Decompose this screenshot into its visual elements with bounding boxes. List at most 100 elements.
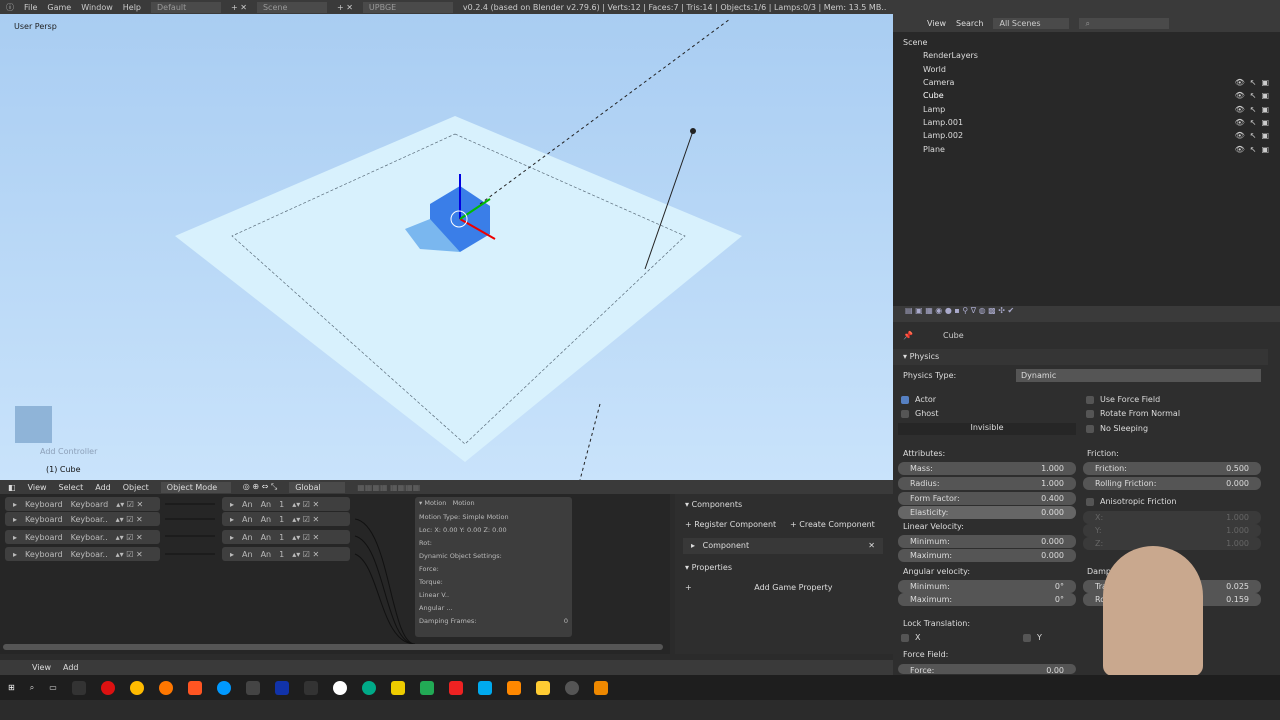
photoshop-icon[interactable] [477, 680, 492, 695]
app-icon[interactable] [274, 680, 289, 695]
lock-y-checkbox[interactable]: Y [1023, 632, 1042, 644]
arduino-icon[interactable] [361, 680, 376, 695]
mass-field[interactable]: Mass: 1.000 [898, 462, 1076, 475]
menu-add[interactable]: Add [95, 483, 111, 492]
form-factor-field[interactable]: Form Factor: 0.400 [898, 492, 1076, 505]
force-field[interactable]: Force: 0.00 [898, 664, 1076, 675]
outliner-item[interactable]: Lamp.002 👁↖▣ [893, 129, 1280, 142]
ghost-checkbox[interactable]: Ghost [901, 408, 938, 420]
lin-min-field[interactable]: Minimum: 0.000 [898, 535, 1076, 548]
visibility-icons[interactable]: 👁↖▣ [1235, 131, 1274, 140]
components-header[interactable]: ▾ Components [685, 500, 742, 509]
sensor-brick[interactable]: ▸ Keyboard Keyboar.. ▴▾ ☑ ✕ [5, 512, 160, 526]
app-icon[interactable] [303, 680, 318, 695]
acrobat-icon[interactable] [448, 680, 463, 695]
opera-icon[interactable] [100, 680, 115, 695]
ang-min-field[interactable]: Minimum: 0° [898, 580, 1076, 593]
orientation-select[interactable]: Global [289, 481, 346, 493]
mode-select[interactable]: Object Mode [160, 481, 231, 493]
properties-tabs[interactable]: ▤ ▣ ▦ ◉ ● ▪ ⚲ ∇ ◍ ▩ ✣ ✔ [893, 306, 1280, 322]
visibility-icons[interactable]: 👁↖▣ [1235, 91, 1274, 100]
motion-type-select[interactable]: Simple Motion [462, 513, 508, 521]
radius-field[interactable]: Radius: 1.000 [898, 477, 1076, 490]
add-layout-button[interactable]: + ✕ [231, 3, 247, 12]
horizontal-scrollbar[interactable] [3, 644, 663, 650]
physics-panel-header[interactable]: ▾ Physics [893, 349, 1268, 365]
register-component-button[interactable]: + Register Component [685, 520, 776, 529]
outliner-item[interactable]: Lamp.001 👁↖▣ [893, 116, 1280, 129]
app-icon[interactable] [245, 680, 260, 695]
outliner-item[interactable]: World [893, 63, 1280, 76]
anisotropic-checkbox[interactable]: Anisotropic Friction [1086, 496, 1176, 508]
task-view-icon[interactable]: ▭ [49, 683, 57, 692]
skype-icon[interactable] [216, 680, 231, 695]
outliner-item[interactable]: Lamp 👁↖▣ [893, 102, 1280, 115]
menu-view[interactable]: View [28, 483, 47, 492]
search-icon[interactable]: ⌕ [30, 683, 34, 693]
outliner-item[interactable]: Camera 👁↖▣ [893, 76, 1280, 89]
rolling-friction-field[interactable]: Rolling Friction: 0.000 [1083, 477, 1261, 490]
visibility-icons[interactable]: 👁↖▣ [1235, 105, 1274, 114]
brave-icon[interactable] [187, 680, 202, 695]
sensor-brick[interactable]: ▸ Keyboard Keyboar.. ▴▾ ☑ ✕ [5, 547, 160, 561]
visibility-icons[interactable]: 👁↖▣ [1235, 118, 1274, 127]
menu-help[interactable]: Help [123, 3, 141, 12]
menu-game[interactable]: Game [47, 3, 71, 12]
sensor-brick[interactable]: ▸ Keyboard Keyboard ▴▾ ☑ ✕ [5, 497, 160, 511]
create-component-button[interactable]: + Create Component [790, 520, 875, 529]
lin-max-field[interactable]: Maximum: 0.000 [898, 549, 1076, 562]
visibility-icons[interactable]: 👁↖▣ [1235, 145, 1274, 154]
add-scene-button[interactable]: + ✕ [337, 3, 353, 12]
app-icon[interactable] [419, 680, 434, 695]
no-sleeping-checkbox[interactable]: No Sleeping [1086, 423, 1148, 435]
damping-frames-field[interactable]: Damping Frames: 0 [419, 617, 568, 625]
menu-window[interactable]: Window [81, 3, 113, 12]
illustrator-icon[interactable] [506, 680, 521, 695]
app-icon[interactable] [332, 680, 347, 695]
add-game-property-button[interactable]: + Add Game Property [685, 583, 885, 592]
sensor-brick[interactable]: ▸ Keyboard Keyboar.. ▴▾ ☑ ✕ [5, 530, 160, 544]
use-force-field-checkbox[interactable]: Use Force Field [1086, 394, 1160, 406]
menu-file[interactable]: File [24, 3, 37, 12]
component-item[interactable]: ▸ Component ✕ [683, 538, 883, 554]
menu-object[interactable]: Object [123, 483, 149, 492]
friction-field[interactable]: Friction: 0.500 [1083, 462, 1261, 475]
scene-field[interactable]: Scene [256, 1, 327, 13]
menu-view[interactable]: View [927, 19, 946, 28]
3d-viewport[interactable]: User Persp Add Controller (1) Cube [0, 14, 893, 480]
rotate-from-normal-checkbox[interactable]: Rotate From Normal [1086, 408, 1180, 420]
info-icon[interactable]: ⓘ [6, 2, 14, 13]
engine-select[interactable]: UPBGE [362, 1, 453, 13]
properties-header[interactable]: ▾ Properties [685, 563, 732, 572]
app-icon[interactable] [564, 680, 579, 695]
outliner-search[interactable]: ⌕ [1079, 17, 1170, 29]
layers-grid[interactable]: ▦▦▦▦ ▦▦▦▦ [357, 483, 420, 492]
visibility-icons[interactable]: 👁↖▣ [1235, 78, 1274, 87]
actuator-type[interactable]: Motion [424, 499, 446, 507]
elasticity-slider[interactable]: Elasticity: 0.000 [898, 506, 1076, 519]
outliner-item[interactable]: Plane 👁↖▣ [893, 142, 1280, 155]
editor-type-icon[interactable]: ◧ [8, 483, 16, 492]
terminal-icon[interactable] [71, 680, 86, 695]
physics-type-select[interactable]: Dynamic [1016, 369, 1261, 382]
lock-x-checkbox[interactable]: X [901, 632, 920, 644]
outliner-item[interactable]: RenderLayers [893, 49, 1280, 62]
app-icon[interactable] [390, 680, 405, 695]
display-mode-select[interactable]: All Scenes [993, 17, 1070, 29]
file-explorer-icon[interactable] [535, 680, 550, 695]
loc-fields[interactable]: X: 0.00 Y: 0.00 Z: 0.00 [434, 526, 506, 534]
pivot-icon[interactable]: ◎ ⊕ ⇔ ⤡ [243, 482, 277, 492]
invisible-toggle[interactable]: Invisible [898, 423, 1076, 435]
actuator-name[interactable]: Motion [453, 499, 475, 507]
menu-search[interactable]: Search [956, 19, 983, 28]
firefox-icon[interactable] [158, 680, 173, 695]
menu-add[interactable]: Add [63, 663, 79, 672]
outliner-item[interactable]: Scene [893, 36, 1280, 49]
chrome-icon[interactable] [129, 680, 144, 695]
menu-view[interactable]: View [32, 663, 51, 672]
blender-icon[interactable] [593, 680, 608, 695]
start-icon[interactable]: ⊞ [8, 683, 15, 692]
pin-icon[interactable]: 📌 [903, 330, 913, 342]
outliner-item[interactable]: Cube 👁↖▣ [893, 89, 1280, 102]
menu-select[interactable]: Select [59, 483, 84, 492]
